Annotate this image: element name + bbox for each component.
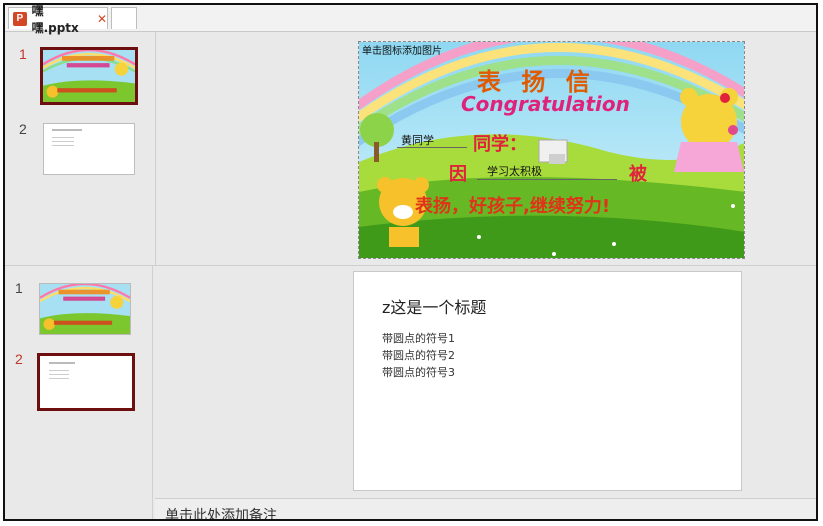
because-label: 因	[449, 164, 467, 185]
bullet-item-2[interactable]: 带圆点的符号2	[382, 347, 455, 363]
student-name-field[interactable]: 黄同学	[401, 132, 434, 148]
slide-1-mini-artwork	[43, 50, 135, 102]
notes-pane[interactable]: 单击此处添加备注	[155, 498, 816, 519]
bullet-item-3[interactable]: 带圆点的符号3	[382, 364, 455, 380]
slide-number-1: 1	[19, 46, 27, 62]
by-label: 被	[629, 164, 647, 185]
praise-text: 表扬，好孩子,继续努力!	[415, 196, 611, 217]
congratulation-text: Congratulation	[461, 92, 630, 116]
top-editor-pane: 1 2 单击图标添加图片 表 扬 信 Congratulation 黄同学 同学…	[5, 32, 816, 266]
close-icon[interactable]: ✕	[97, 12, 107, 26]
slide-thumbnail-1-bottom[interactable]	[39, 283, 131, 335]
powerpoint-icon: P	[13, 11, 27, 26]
bullet-item-1[interactable]: 带圆点的符号1	[382, 330, 455, 346]
tab-filename: 嘿嘿.pptx	[31, 3, 79, 35]
classmate-label: 同学：	[473, 134, 527, 155]
slide-thumbnail-2-bottom[interactable]	[37, 353, 135, 411]
slide-number-2: 2	[19, 121, 27, 137]
slide-number-1-bottom: 1	[15, 280, 23, 296]
top-slide-panel[interactable]: 1 2	[5, 32, 156, 265]
slide-2-canvas[interactable]: z这是一个标题 带圆点的符号1 带圆点的符号2 带圆点的符号3	[353, 271, 742, 491]
slide-number-2-bottom: 2	[15, 351, 23, 367]
tab-bar: P 嘿嘿.pptx ✕	[5, 5, 816, 35]
slide-1-canvas[interactable]: 单击图标添加图片 表 扬 信 Congratulation 黄同学 同学： 因 …	[358, 41, 745, 259]
slide-2-title[interactable]: z这是一个标题	[382, 294, 486, 318]
reason-underline	[477, 179, 617, 180]
new-tab-button[interactable]	[111, 7, 137, 29]
picture-placeholder-hint[interactable]: 单击图标添加图片	[362, 42, 442, 57]
slide-thumbnail-2[interactable]	[43, 123, 135, 175]
bottom-slide-panel[interactable]: 1 2	[5, 266, 153, 519]
document-tab[interactable]: P 嘿嘿.pptx ✕	[8, 5, 108, 35]
slide-1-mini-artwork-bottom	[40, 284, 130, 334]
slide-thumbnail-1[interactable]	[40, 47, 138, 105]
bottom-editor-pane: 1 2 z这是一个标题 带圆点的符号1 带圆点的符号2 带圆点的符号3 单击此处…	[5, 266, 816, 519]
reason-field[interactable]: 学习太积极	[487, 163, 542, 179]
notes-placeholder[interactable]: 单击此处添加备注	[165, 505, 277, 519]
app-window: P 嘿嘿.pptx ✕ 1 2 单击图标添加图片 表 扬 信 Congratul…	[3, 3, 818, 521]
name-underline	[397, 147, 467, 148]
